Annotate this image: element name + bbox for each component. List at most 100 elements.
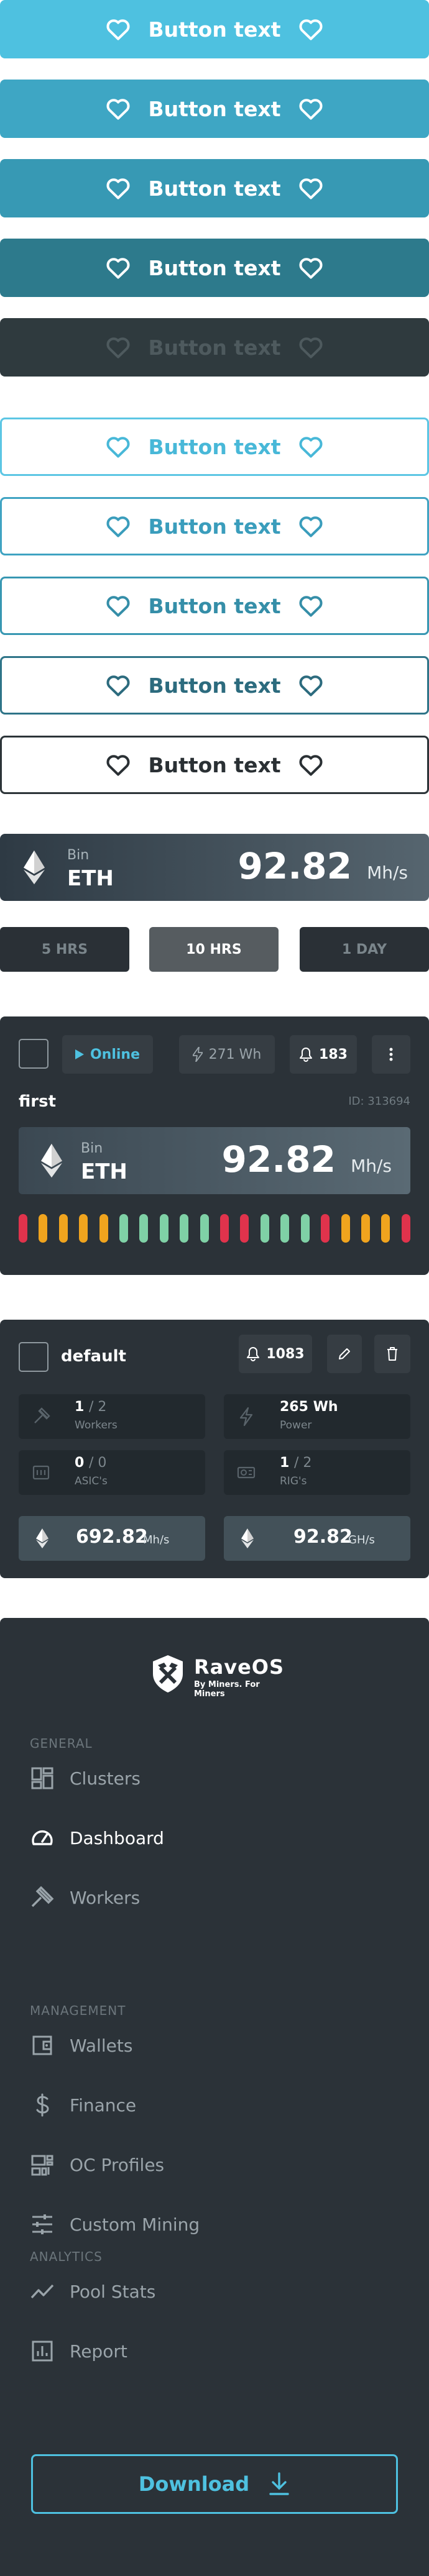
gpu-bar bbox=[321, 1214, 330, 1243]
alerts-button[interactable]: 1083 bbox=[239, 1335, 312, 1373]
workers-stat: 1 / 2 Workers bbox=[19, 1394, 205, 1439]
gpu-bar bbox=[79, 1214, 88, 1243]
sidebar-item-workers[interactable]: Workers bbox=[30, 1885, 140, 1910]
sidebar-item-report[interactable]: Report bbox=[30, 2339, 127, 2364]
gpu-bar bbox=[180, 1214, 189, 1243]
hashrate-value: 92.82 bbox=[221, 1138, 336, 1181]
gpu-bar bbox=[401, 1214, 410, 1243]
filled-button-disabled[interactable]: Button text bbox=[0, 318, 429, 377]
filled-button-3[interactable]: Button text bbox=[0, 159, 429, 217]
bell-icon bbox=[247, 1347, 260, 1361]
clusters-icon bbox=[31, 1767, 53, 1789]
section-general: GENERAL bbox=[30, 1736, 93, 1751]
oc-profiles-icon bbox=[31, 2155, 53, 2176]
sidebar-item-label: Clusters bbox=[70, 1768, 141, 1789]
status-badge[interactable]: Online bbox=[62, 1035, 153, 1074]
logo-subtitle: By Miners. For Miners bbox=[194, 1680, 260, 1699]
outline-button-2[interactable]: Button text bbox=[0, 497, 429, 555]
button-label: Button text bbox=[148, 255, 281, 280]
rigs-total: / 2 bbox=[293, 1455, 312, 1471]
hashrate-value: 692.82 bbox=[76, 1526, 148, 1548]
bell-icon bbox=[300, 1048, 313, 1062]
button-label: Button text bbox=[148, 593, 281, 618]
outline-button-5[interactable]: Button text bbox=[0, 736, 429, 794]
gpu-bar bbox=[200, 1214, 209, 1243]
heart-icon bbox=[297, 16, 325, 43]
tab-10-hrs[interactable]: 10 HRS bbox=[149, 927, 279, 972]
hashrate-unit: GH/s bbox=[348, 1533, 375, 1546]
gpu-bar bbox=[119, 1214, 129, 1243]
gpu-bar bbox=[58, 1214, 68, 1243]
sidebar-item-dashboard[interactable]: Dashboard bbox=[30, 1825, 164, 1850]
sidebar-item-label: Custom Mining bbox=[70, 2214, 200, 2235]
hashrate-unit: Mh/s bbox=[143, 1533, 170, 1546]
heart-icon bbox=[104, 433, 132, 460]
power-value: 271 Wh bbox=[208, 1046, 262, 1062]
filled-button-1[interactable]: Button text bbox=[0, 0, 429, 58]
worker-checkbox[interactable] bbox=[19, 1039, 48, 1069]
heart-icon bbox=[104, 95, 132, 122]
asics-value: 0 bbox=[75, 1455, 85, 1471]
button-label: Button text bbox=[148, 673, 281, 698]
heart-icon bbox=[104, 334, 132, 361]
heart-icon bbox=[297, 95, 325, 122]
heart-icon bbox=[297, 334, 325, 361]
gpu-bar bbox=[159, 1214, 168, 1243]
more-options-button[interactable] bbox=[372, 1035, 410, 1074]
lightning-icon bbox=[239, 1407, 253, 1427]
status-label: Online bbox=[90, 1046, 141, 1062]
download-button[interactable]: Download bbox=[31, 2454, 398, 2514]
workers-total: / 2 bbox=[88, 1399, 107, 1415]
button-label: Button text bbox=[148, 176, 281, 201]
sidebar-item-oc-profiles[interactable]: OC Profiles bbox=[30, 2152, 164, 2177]
coin-name: ETH bbox=[81, 1159, 127, 1184]
coin-label: Bin bbox=[67, 847, 90, 863]
pencil-icon bbox=[339, 1348, 350, 1359]
trash-icon bbox=[387, 1347, 397, 1361]
hashrate-widget: Bin ETH 92.82 Mh/s bbox=[0, 834, 429, 901]
edit-button[interactable] bbox=[327, 1335, 362, 1373]
heart-icon bbox=[104, 592, 132, 619]
coin-label: Bin bbox=[81, 1141, 103, 1156]
ethereum-icon bbox=[241, 1528, 254, 1548]
sidebar-item-clusters[interactable]: Clusters bbox=[30, 1766, 141, 1791]
tab-1-day[interactable]: 1 DAY bbox=[300, 927, 429, 972]
power-value: 265 Wh bbox=[280, 1399, 338, 1415]
tab-5-hrs[interactable]: 5 HRS bbox=[0, 927, 129, 972]
filled-button-2[interactable]: Button text bbox=[0, 80, 429, 138]
chart-line-icon bbox=[30, 2284, 54, 2299]
heart-icon bbox=[104, 672, 132, 699]
outline-button-4[interactable]: Button text bbox=[0, 656, 429, 715]
alerts-button[interactable]: 183 bbox=[290, 1035, 357, 1074]
gpu-bar bbox=[220, 1214, 229, 1243]
rigs-stat: 1 / 2 RIG's bbox=[224, 1450, 410, 1495]
alerts-count: 1083 bbox=[266, 1346, 305, 1362]
button-label: Button text bbox=[148, 335, 281, 360]
heart-icon bbox=[104, 16, 132, 43]
worker-name[interactable]: first bbox=[19, 1092, 56, 1111]
cluster-name[interactable]: default bbox=[61, 1347, 126, 1366]
raveos-logo[interactable]: RaveOS By Miners. For Miners bbox=[150, 1653, 284, 1699]
gpu-status-bars bbox=[19, 1214, 410, 1246]
sidebar-item-custom-mining[interactable]: Custom Mining bbox=[30, 2212, 200, 2237]
power-label: Power bbox=[280, 1419, 312, 1432]
worker-id: ID: 313694 bbox=[348, 1095, 410, 1108]
filled-button-4[interactable]: Button text bbox=[0, 239, 429, 297]
outline-button-1[interactable]: Button text bbox=[0, 418, 429, 476]
cluster-checkbox[interactable] bbox=[19, 1342, 48, 1372]
alerts-count: 183 bbox=[319, 1046, 348, 1062]
delete-button[interactable] bbox=[374, 1335, 410, 1373]
ethereum-icon bbox=[41, 1143, 62, 1178]
button-label: Button text bbox=[148, 434, 281, 459]
sidebar-item-finance[interactable]: Finance bbox=[30, 2093, 136, 2117]
sidebar-item-pool-stats[interactable]: Pool Stats bbox=[30, 2279, 155, 2304]
sidebar-item-label: Finance bbox=[70, 2094, 137, 2116]
outline-button-3[interactable]: Button text bbox=[0, 577, 429, 635]
heart-icon bbox=[104, 175, 132, 202]
sidebar-item-label: Wallets bbox=[70, 2035, 133, 2056]
sidebar-item-wallets[interactable]: Wallets bbox=[30, 2033, 132, 2058]
gpu-bar bbox=[139, 1214, 149, 1243]
button-label: Button text bbox=[148, 514, 281, 539]
gpu-bar bbox=[341, 1214, 350, 1243]
workers-value: 1 bbox=[75, 1399, 85, 1415]
